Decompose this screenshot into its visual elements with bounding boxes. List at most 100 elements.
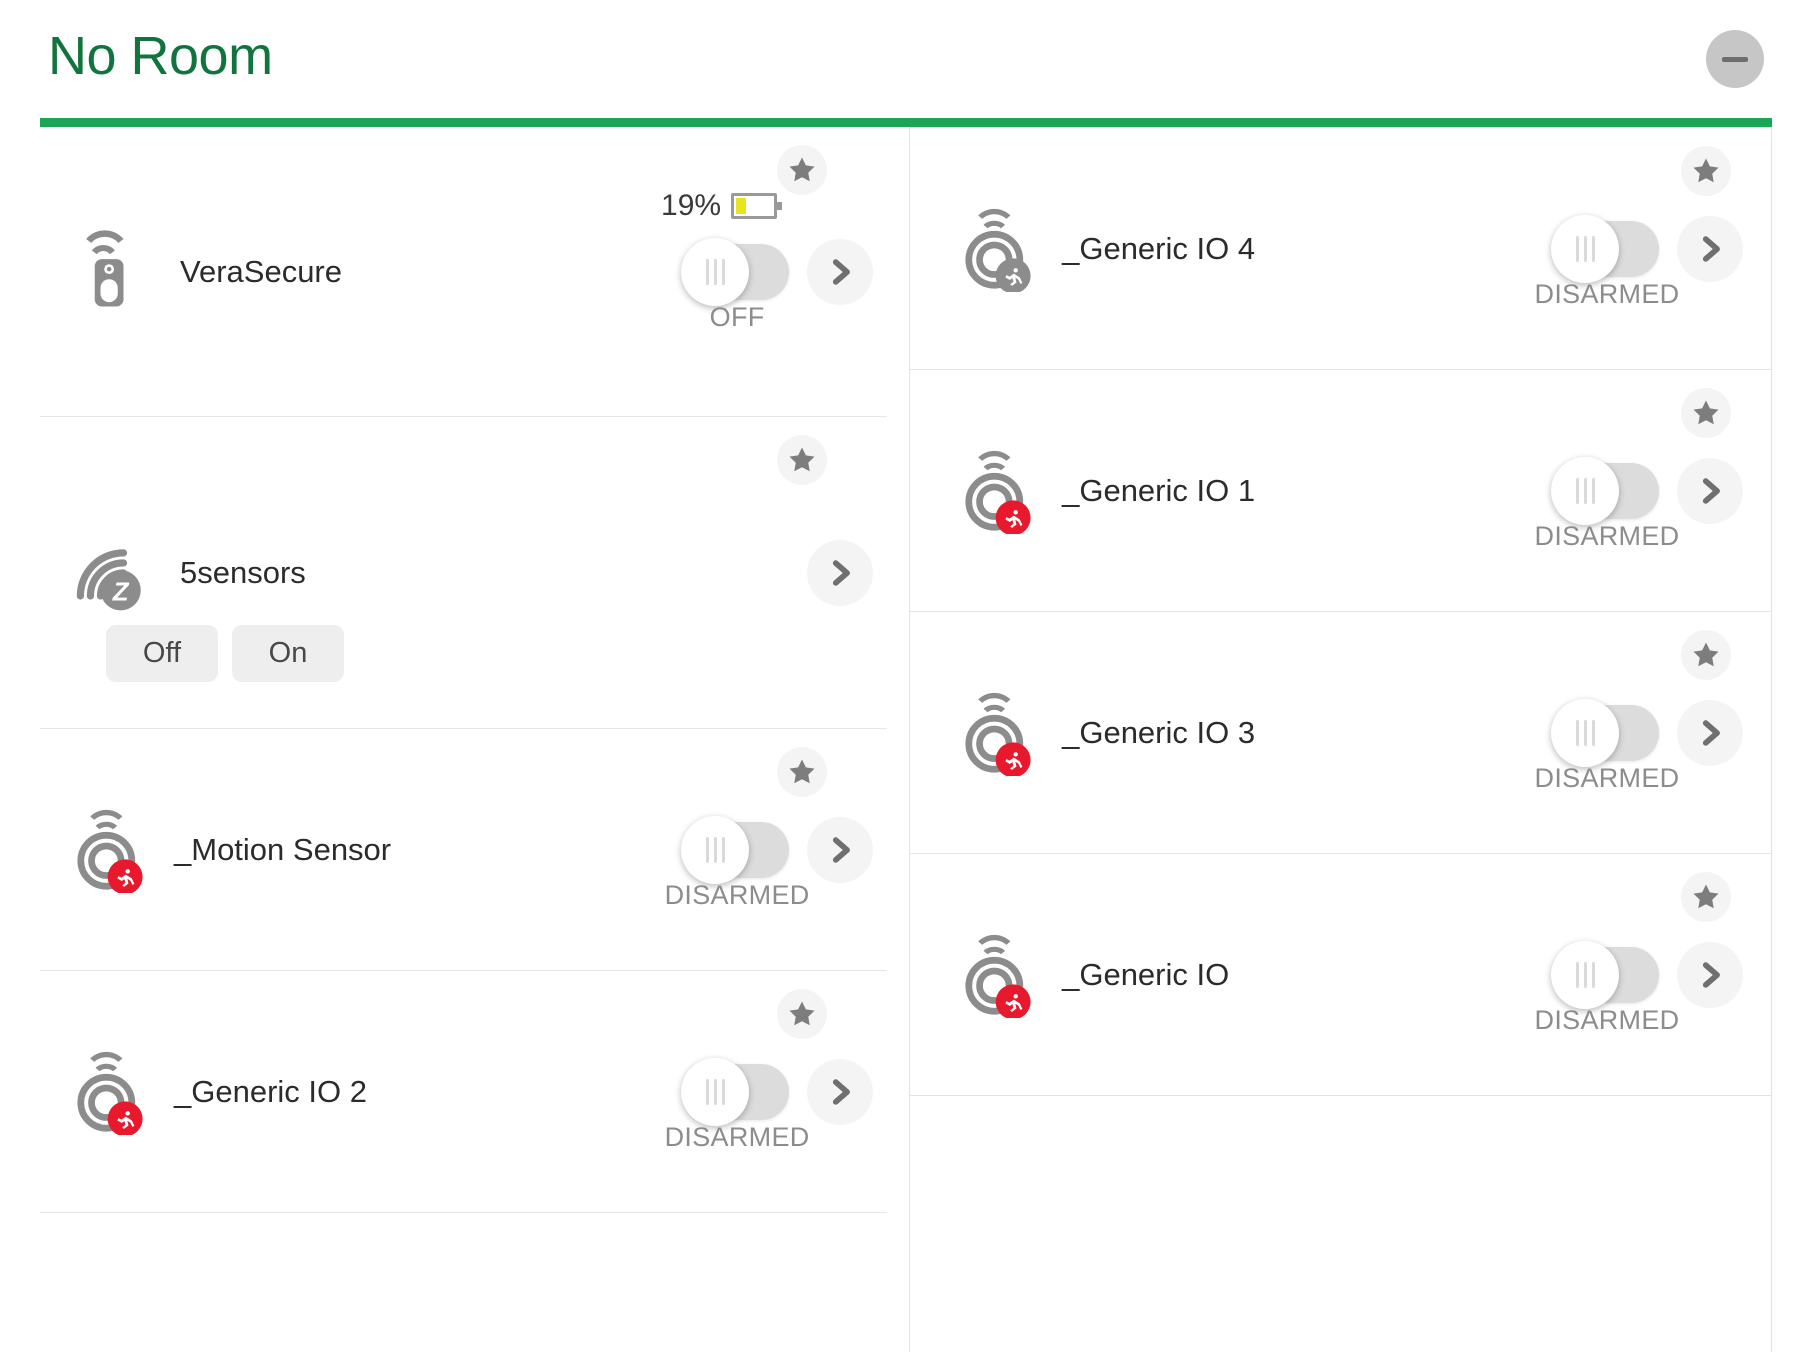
scene-off-button[interactable]: Off bbox=[106, 625, 218, 682]
toggle-knob bbox=[681, 238, 749, 306]
device-details-button[interactable] bbox=[807, 540, 873, 606]
star-icon bbox=[787, 757, 817, 787]
device-row[interactable]: _Motion Sensor DISARMED bbox=[40, 729, 887, 971]
device-name: VeraSecure bbox=[180, 254, 342, 290]
power-toggle[interactable] bbox=[685, 244, 789, 300]
device-row[interactable]: _Generic IO 3 DISARMED bbox=[910, 612, 1771, 854]
battery-percent: 19% bbox=[661, 189, 721, 223]
device-row[interactable]: Z 5sensors Off On bbox=[40, 417, 887, 729]
zwave-scene-icon: Z bbox=[66, 527, 158, 619]
device-details-button[interactable] bbox=[1677, 942, 1743, 1008]
device-controls: DISARMED bbox=[1555, 700, 1743, 766]
device-grid: 19% bbox=[0, 127, 1812, 1352]
favorite-star-button[interactable] bbox=[777, 145, 827, 195]
arm-toggle[interactable] bbox=[685, 822, 789, 878]
toggle-state-label: DISARMED bbox=[1535, 763, 1680, 794]
motion-sensor-icon bbox=[954, 932, 1040, 1018]
star-icon bbox=[787, 155, 817, 185]
toggle-wrapper: DISARMED bbox=[1555, 221, 1659, 277]
favorite-star-button[interactable] bbox=[777, 747, 827, 797]
device-main: _Generic IO 3 bbox=[954, 690, 1555, 776]
favorite-star-button[interactable] bbox=[1681, 872, 1731, 922]
arm-toggle[interactable] bbox=[1555, 463, 1659, 519]
motion-sensor-icon bbox=[66, 807, 152, 893]
device-row[interactable]: _Generic IO 2 DISARMED bbox=[40, 971, 887, 1213]
toggle-state-label: DISARMED bbox=[1535, 1005, 1680, 1036]
device-row[interactable]: 19% bbox=[40, 127, 887, 417]
device-main: _Generic IO 1 bbox=[954, 448, 1555, 534]
device-details-button[interactable] bbox=[807, 817, 873, 883]
toggle-wrapper: DISARMED bbox=[1555, 947, 1659, 1003]
toggle-wrapper: DISARMED bbox=[685, 822, 789, 878]
favorite-star-button[interactable] bbox=[1681, 388, 1731, 438]
toggle-state-label: OFF bbox=[710, 302, 765, 333]
battery-icon bbox=[731, 193, 777, 219]
toggle-knob bbox=[681, 816, 749, 884]
toggle-wrapper: DISARMED bbox=[685, 1064, 789, 1120]
favorite-star-button[interactable] bbox=[1681, 630, 1731, 680]
toggle-state-label: DISARMED bbox=[665, 880, 810, 911]
star-icon bbox=[1691, 156, 1721, 186]
device-details-button[interactable] bbox=[807, 1059, 873, 1125]
device-details-button[interactable] bbox=[1677, 216, 1743, 282]
device-name: _Generic IO 3 bbox=[1062, 715, 1255, 751]
motion-sensor-icon bbox=[954, 690, 1040, 776]
device-controls: OFF bbox=[685, 239, 873, 305]
star-icon bbox=[1691, 640, 1721, 670]
chevron-right-icon bbox=[1693, 958, 1727, 992]
star-icon bbox=[787, 999, 817, 1029]
arm-toggle[interactable] bbox=[685, 1064, 789, 1120]
favorite-star-button[interactable] bbox=[1681, 146, 1731, 196]
toggle-wrapper: DISARMED bbox=[1555, 705, 1659, 761]
device-details-button[interactable] bbox=[1677, 700, 1743, 766]
minus-icon bbox=[1722, 57, 1748, 62]
toggle-wrapper: OFF bbox=[685, 244, 789, 300]
chevron-right-icon bbox=[823, 1075, 857, 1109]
motion-sensor-icon bbox=[66, 1049, 152, 1135]
arm-toggle[interactable] bbox=[1555, 221, 1659, 277]
arm-toggle[interactable] bbox=[1555, 705, 1659, 761]
device-name: _Generic IO 4 bbox=[1062, 231, 1255, 267]
device-controls: DISARMED bbox=[1555, 458, 1743, 524]
battery-fill bbox=[736, 198, 746, 214]
star-icon bbox=[787, 445, 817, 475]
device-main: Z 5sensors bbox=[66, 527, 807, 619]
device-controls: DISARMED bbox=[1555, 942, 1743, 1008]
scene-buttons: Off On bbox=[106, 625, 344, 682]
device-details-button[interactable] bbox=[807, 239, 873, 305]
toggle-knob bbox=[1551, 457, 1619, 525]
device-column-left: 19% bbox=[40, 127, 887, 1352]
favorite-star-button[interactable] bbox=[777, 989, 827, 1039]
device-main: _Generic IO 2 bbox=[66, 1049, 685, 1135]
device-row[interactable]: _Generic IO DISARMED bbox=[910, 854, 1771, 1096]
battery-indicator: 19% bbox=[661, 189, 777, 223]
toggle-knob bbox=[1551, 699, 1619, 767]
device-column-right: _Generic IO 4 DISARMED bbox=[909, 127, 1772, 1352]
device-name: _Motion Sensor bbox=[174, 832, 391, 868]
scene-on-button[interactable]: On bbox=[232, 625, 344, 682]
device-name: _Generic IO bbox=[1062, 957, 1229, 993]
device-row[interactable]: _Generic IO 4 DISARMED bbox=[910, 128, 1771, 370]
device-name: _Generic IO 1 bbox=[1062, 473, 1255, 509]
device-name: _Generic IO 2 bbox=[174, 1074, 367, 1110]
chevron-right-icon bbox=[823, 833, 857, 867]
star-icon bbox=[1691, 398, 1721, 428]
toggle-knob bbox=[1551, 215, 1619, 283]
toggle-wrapper: DISARMED bbox=[1555, 463, 1659, 519]
device-name: 5sensors bbox=[180, 555, 306, 591]
favorite-star-button[interactable] bbox=[777, 435, 827, 485]
chevron-right-icon bbox=[1693, 716, 1727, 750]
star-icon bbox=[1691, 882, 1721, 912]
device-row[interactable]: _Generic IO 1 DISARMED bbox=[910, 370, 1771, 612]
collapse-button[interactable] bbox=[1706, 30, 1764, 88]
accent-divider bbox=[40, 118, 1772, 127]
chevron-right-icon bbox=[1693, 232, 1727, 266]
toggle-state-label: DISARMED bbox=[1535, 521, 1680, 552]
arm-toggle[interactable] bbox=[1555, 947, 1659, 1003]
motion-sensor-icon bbox=[954, 448, 1040, 534]
device-details-button[interactable] bbox=[1677, 458, 1743, 524]
toggle-state-label: DISARMED bbox=[665, 1122, 810, 1153]
device-controls: DISARMED bbox=[685, 817, 873, 883]
device-controls: DISARMED bbox=[685, 1059, 873, 1125]
toggle-state-label: DISARMED bbox=[1535, 279, 1680, 310]
